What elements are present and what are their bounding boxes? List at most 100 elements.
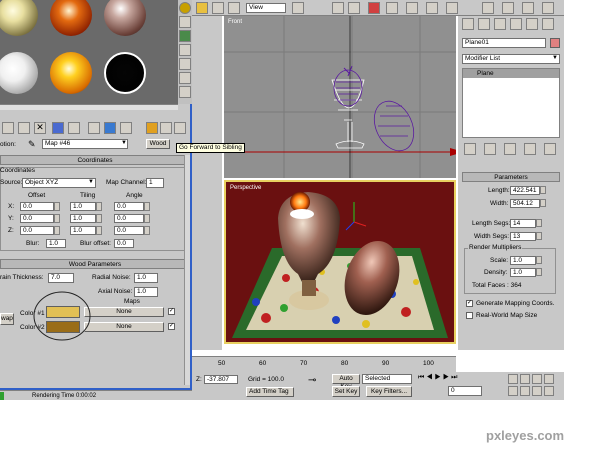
motion-tab-icon[interactable] — [510, 18, 522, 30]
prev-frame-icon[interactable]: ◀ — [426, 374, 434, 381]
blur-field[interactable]: 1.0 — [46, 239, 66, 248]
pivot-icon[interactable] — [292, 2, 304, 14]
angle-spinner[interactable] — [144, 214, 150, 223]
color1-map-button[interactable]: None — [84, 307, 164, 317]
add-time-tag-button[interactable]: Add Time Tag — [246, 387, 294, 397]
make-unique-icon[interactable] — [68, 122, 80, 134]
reset-map-icon[interactable]: ✕ — [34, 122, 46, 134]
width-spinner[interactable] — [540, 199, 546, 207]
sample-slot-3[interactable] — [104, 0, 146, 36]
tiling-spinner[interactable] — [96, 226, 102, 235]
pin-stack-icon[interactable] — [464, 143, 476, 155]
set-key-button[interactable]: Set Key — [332, 386, 360, 397]
scale-spinner[interactable] — [536, 256, 542, 264]
video-color-icon[interactable] — [179, 58, 191, 70]
sample-slot-5[interactable] — [50, 52, 92, 94]
offset-spinner[interactable] — [54, 202, 60, 211]
real-world-checkbox[interactable] — [466, 312, 473, 319]
z-coordinate-field[interactable]: -37.807 — [204, 375, 238, 384]
sample-slot-6[interactable] — [104, 52, 146, 94]
sample-slot-4[interactable] — [0, 52, 38, 94]
chevron-down-icon[interactable]: ▼ — [88, 179, 94, 185]
render-last-icon[interactable] — [502, 2, 514, 14]
assign-material-icon[interactable] — [18, 122, 30, 134]
select-move-icon[interactable] — [196, 2, 208, 14]
source-dropdown[interactable]: Object XYZ — [22, 178, 96, 188]
length-segs-spinner[interactable] — [536, 219, 542, 227]
mirror-icon[interactable] — [332, 2, 344, 14]
show-map-icon[interactable] — [120, 122, 132, 134]
generate-coords-checkbox[interactable]: ✓ — [466, 300, 473, 307]
align-icon[interactable] — [348, 2, 360, 14]
make-preview-icon[interactable] — [179, 72, 191, 84]
color2-map-button[interactable]: None — [84, 322, 164, 332]
selection-set-dropdown[interactable]: Selected — [362, 374, 412, 384]
show-end-result-icon[interactable] — [146, 122, 158, 134]
backlight-icon[interactable] — [179, 16, 191, 28]
quick-render-icon[interactable] — [446, 2, 458, 14]
orbit-icon[interactable] — [532, 386, 542, 396]
go-forward-icon[interactable] — [174, 122, 186, 134]
object-name-field[interactable]: Plane01 — [462, 38, 546, 48]
current-frame-field[interactable]: 0 — [448, 386, 482, 396]
swap-button[interactable]: wap — [0, 313, 14, 325]
angle-spinner[interactable] — [144, 202, 150, 211]
color2-map-checkbox[interactable]: ✓ — [168, 323, 175, 330]
grain-thickness-field[interactable]: 7.0 — [48, 273, 74, 283]
offset-field[interactable]: 0.0 — [20, 226, 54, 235]
tiling-field[interactable]: 1.0 — [70, 202, 96, 211]
sample-type-icon[interactable] — [179, 2, 191, 14]
zoom-icon[interactable] — [508, 374, 518, 384]
render-frame-icon[interactable] — [522, 2, 534, 14]
coordinates-rollout-header[interactable]: Coordinates — [0, 155, 190, 165]
color1-map-checkbox[interactable]: ✓ — [168, 308, 175, 315]
schematic-view-icon[interactable] — [386, 2, 398, 14]
blur-offset-field[interactable]: 0.0 — [114, 239, 134, 248]
display-tab-icon[interactable] — [526, 18, 538, 30]
next-frame-icon[interactable]: ▶ — [443, 374, 451, 381]
timeline[interactable]: 50 60 70 80 90 100 — [192, 356, 456, 372]
front-viewport[interactable]: Front — [224, 16, 456, 178]
length-field[interactable]: 422.541 — [510, 186, 540, 195]
angle-spinner[interactable] — [144, 226, 150, 235]
tiling-field[interactable]: 1.0 — [70, 226, 96, 235]
curve-editor-icon[interactable] — [368, 2, 380, 14]
show-end-result-toggle-icon[interactable] — [484, 143, 496, 155]
zoom-extents-all-icon[interactable] — [544, 374, 554, 384]
utilities-tab-icon[interactable] — [542, 18, 554, 30]
eyedropper-icon[interactable]: ✎ — [28, 140, 36, 149]
configure-sets-icon[interactable] — [544, 143, 556, 155]
put-to-scene-icon[interactable] — [2, 122, 14, 134]
modifier-list-dropdown[interactable]: Modifier List — [462, 54, 560, 64]
chevron-down-icon[interactable]: ▼ — [552, 55, 558, 61]
offset-field[interactable]: 0.0 — [20, 214, 54, 223]
auto-key-button[interactable]: Auto Key — [332, 374, 360, 390]
make-unique-stack-icon[interactable] — [504, 143, 516, 155]
density-field[interactable]: 1.0 — [510, 268, 536, 277]
put-to-library-icon[interactable] — [88, 122, 100, 134]
reference-coord-dropdown[interactable]: View — [246, 3, 286, 13]
wood-parameters-rollout-header[interactable]: Wood Parameters — [0, 259, 190, 269]
chevron-down-icon[interactable]: ▼ — [121, 140, 127, 146]
material-editor-icon[interactable] — [406, 2, 418, 14]
perspective-viewport-label[interactable]: Perspective — [230, 184, 261, 192]
width-segs-spinner[interactable] — [536, 232, 542, 240]
offset-spinner[interactable] — [54, 214, 60, 223]
key-filters-button[interactable]: Key Filters... — [366, 386, 412, 397]
angle-field[interactable]: 0.0 — [114, 214, 144, 223]
offset-spinner[interactable] — [54, 226, 60, 235]
width-segs-field[interactable]: 13 — [510, 232, 536, 241]
sample-slot-1[interactable] — [0, 0, 38, 36]
options-icon[interactable] — [179, 86, 191, 98]
zoom-all-icon[interactable] — [520, 374, 530, 384]
key-mode-icon[interactable]: ⊸ — [308, 376, 316, 386]
stack-item-plane[interactable]: Plane — [463, 69, 559, 78]
perspective-viewport[interactable]: Perspective — [224, 180, 456, 344]
create-tab-icon[interactable] — [462, 18, 474, 30]
width-field[interactable]: 504.12 — [510, 199, 540, 208]
go-to-parent-icon[interactable] — [160, 122, 172, 134]
tiling-spinner[interactable] — [96, 214, 102, 223]
render-setup-icon[interactable] — [426, 2, 438, 14]
pan-icon[interactable] — [520, 386, 530, 396]
offset-field[interactable]: 0.0 — [20, 202, 54, 211]
